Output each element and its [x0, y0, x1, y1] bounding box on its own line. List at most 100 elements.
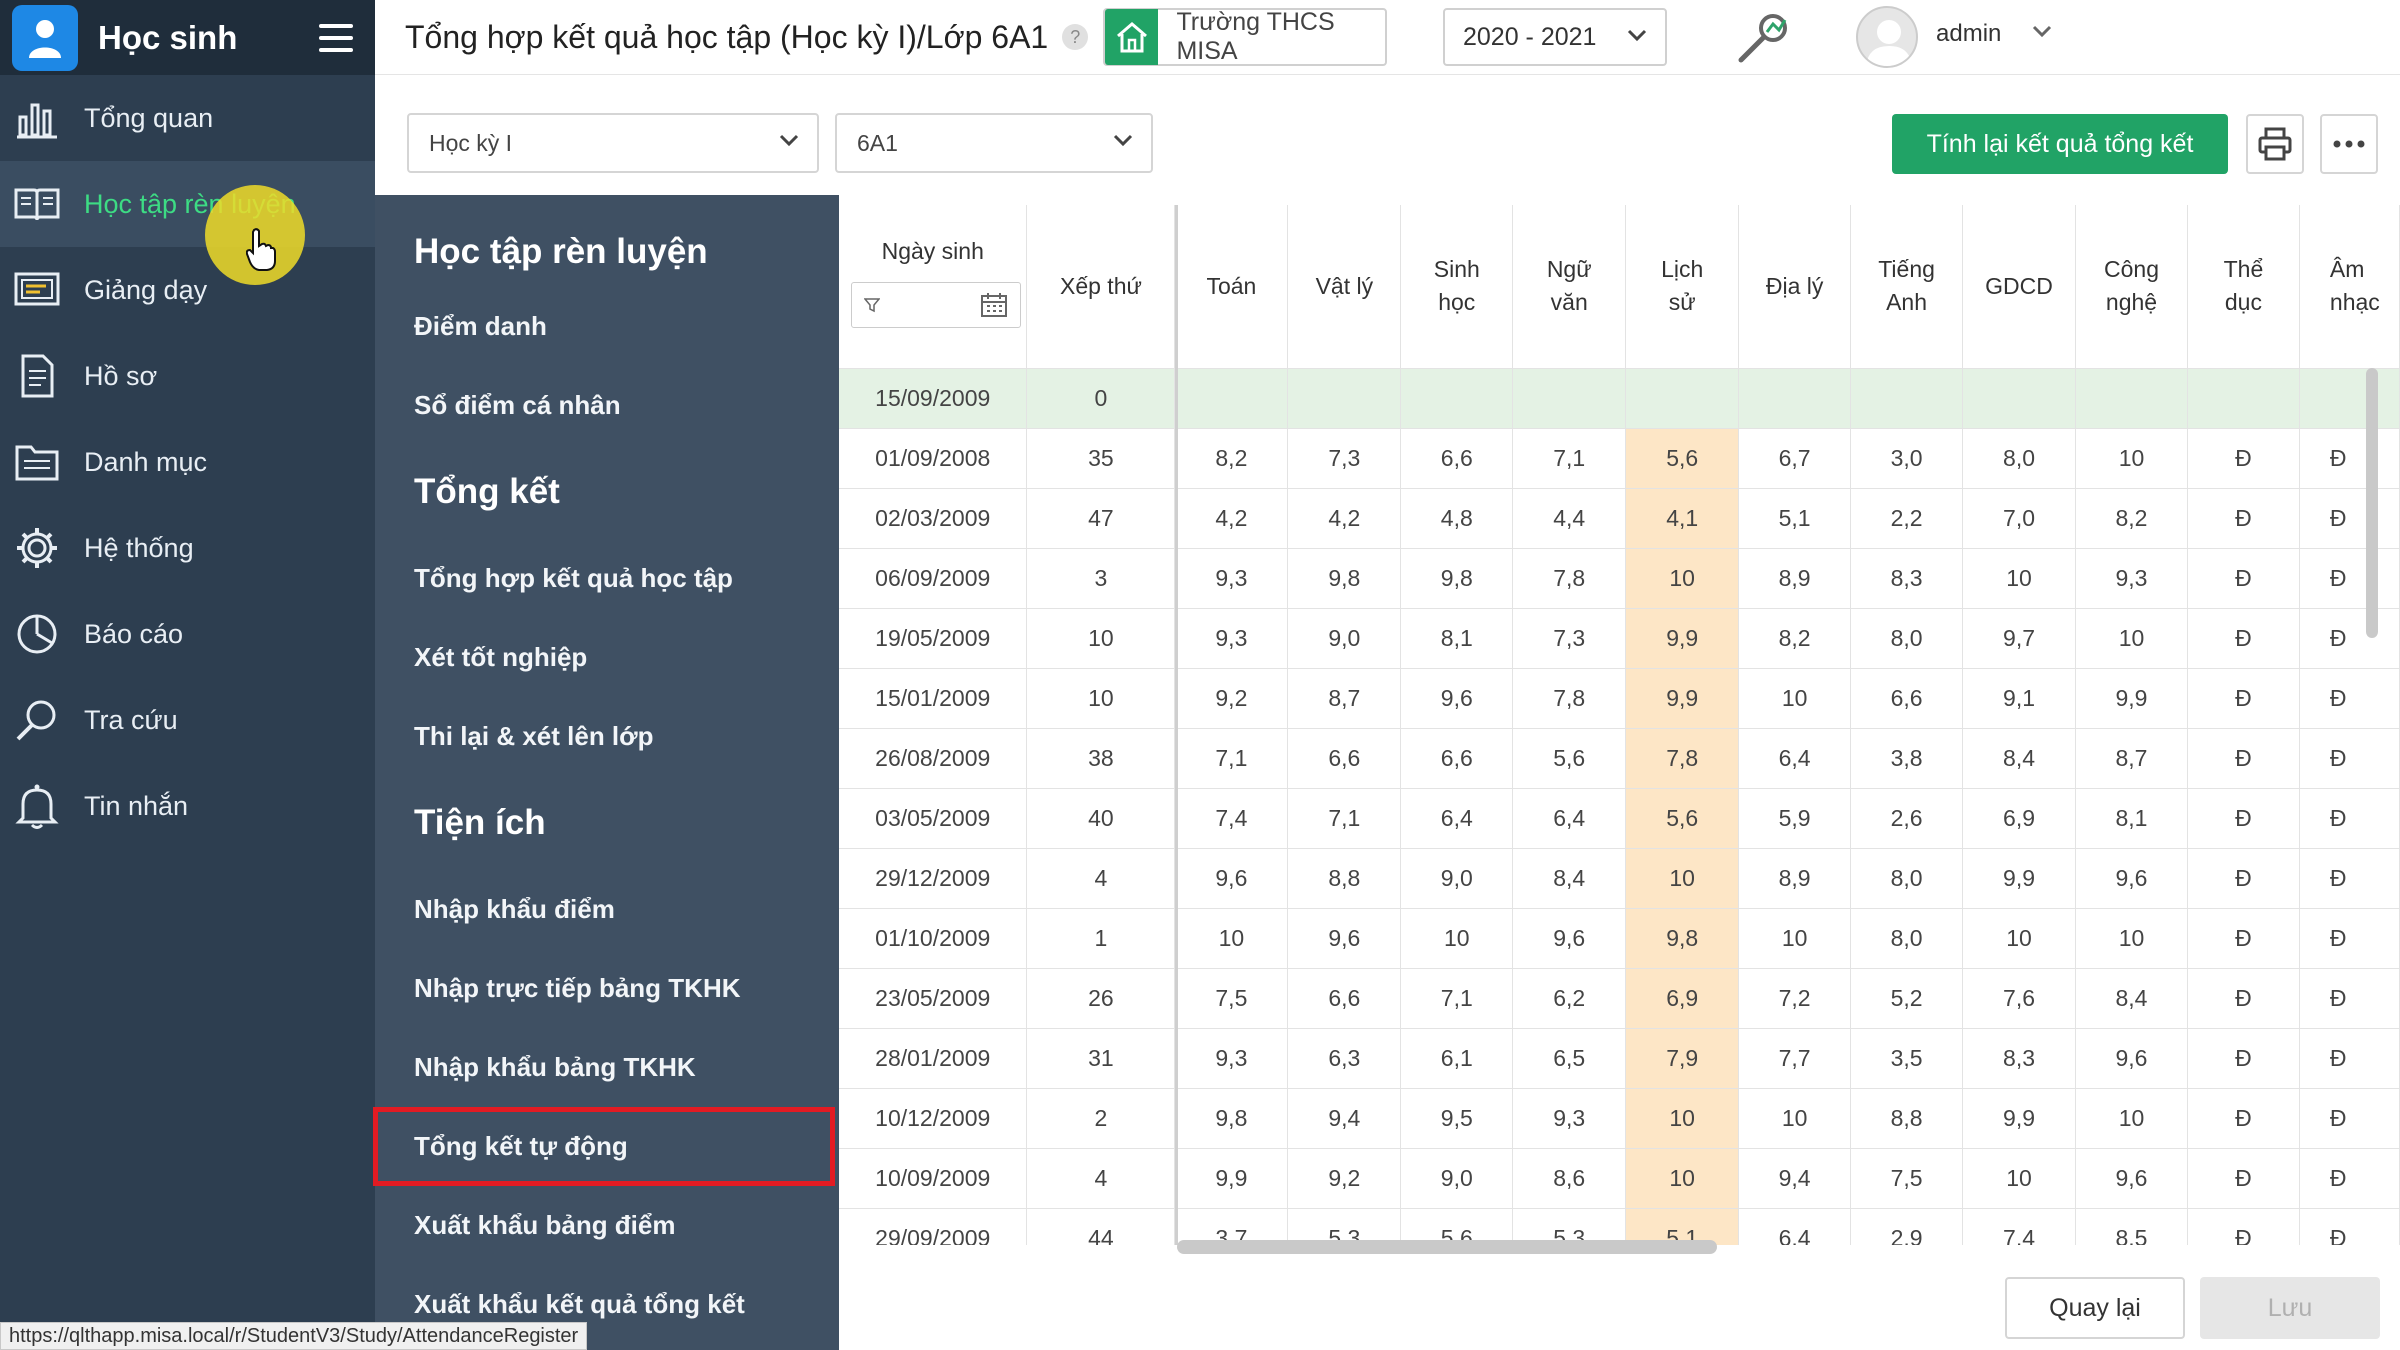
- table-row[interactable]: 23/05/2009 26 7,5 6,6 7,1 6,2 6,9 7,2 5,2 7,6 8,4 Đ…: [839, 968, 2400, 1029]
- table-cell[interactable]: 10: [1174, 908, 1289, 969]
- table-cell[interactable]: 7,3: [1287, 428, 1402, 489]
- submenu-item-diem-danh[interactable]: Điểm danh: [375, 287, 839, 366]
- table-cell[interactable]: 9,6: [1512, 908, 1627, 969]
- table-cell[interactable]: 8,4: [1512, 848, 1627, 909]
- table-cell[interactable]: 8,3: [1962, 1028, 2077, 1089]
- table-cell[interactable]: 5,2: [1850, 968, 1964, 1029]
- table-cell[interactable]: Đ: [2187, 488, 2300, 549]
- table-cell[interactable]: 10: [1962, 1148, 2077, 1209]
- table-cell[interactable]: 7,8: [1625, 728, 1740, 789]
- table-cell[interactable]: Đ: [2299, 908, 2400, 969]
- table-cell[interactable]: 9,9: [1174, 1148, 1289, 1209]
- table-cell[interactable]: 9,3: [1174, 608, 1289, 669]
- table-cell[interactable]: Đ: [2299, 1088, 2400, 1149]
- table-cell[interactable]: 4,4: [1512, 488, 1627, 549]
- table-cell[interactable]: 6,9: [1962, 788, 2077, 849]
- table-cell[interactable]: 8,4: [1962, 728, 2077, 789]
- table-cell[interactable]: 7,1: [1287, 788, 1402, 849]
- table-cell[interactable]: 6,6: [1287, 728, 1402, 789]
- table-cell[interactable]: 9,6: [1400, 668, 1514, 729]
- column-header-am-nhac[interactable]: Âm nhạc: [2299, 205, 2400, 369]
- column-header-xep-thu[interactable]: Xếp thứ: [1026, 205, 1176, 369]
- table-row[interactable]: 28/01/2009 31 9,3 6,3 6,1 6,5 7,9 7,7 3,5 8,3 9,6 Đ…: [839, 1028, 2400, 1089]
- table-cell[interactable]: 9,0: [1400, 848, 1514, 909]
- column-header-tieng-anh[interactable]: Tiếng Anh: [1850, 205, 1964, 369]
- table-cell[interactable]: 7,1: [1512, 428, 1627, 489]
- submenu-item-nhap-truc-tiep[interactable]: Nhập trực tiếp bảng TKHK: [375, 949, 839, 1028]
- recalculate-button[interactable]: Tính lại kết quả tổng kết: [1892, 114, 2228, 174]
- table-cell[interactable]: Đ: [2187, 848, 2300, 909]
- table-cell[interactable]: Đ: [2187, 968, 2300, 1029]
- table-row[interactable]: 03/05/2009 40 7,4 7,1 6,4 6,4 5,6 5,9 2,6 6,9 8,1 Đ…: [839, 788, 2400, 849]
- table-cell[interactable]: Đ: [2187, 788, 2300, 849]
- table-cell[interactable]: 9,6: [1174, 848, 1289, 909]
- table-row[interactable]: 19/05/2009 10 9,3 9,0 8,1 7,3 9,9 8,2 8,0 9,7 10 Đ Đ: [839, 608, 2400, 669]
- table-cell[interactable]: Đ: [2187, 548, 2300, 609]
- table-cell[interactable]: 9,0: [1287, 608, 1402, 669]
- table-cell[interactable]: 35: [1026, 428, 1176, 489]
- table-cell[interactable]: 9,2: [1174, 668, 1289, 729]
- sidebar-item-giang-day[interactable]: Giảng dạy: [0, 247, 375, 333]
- table-cell[interactable]: 9,1: [1962, 668, 2077, 729]
- table-cell[interactable]: 9,3: [1174, 548, 1289, 609]
- table-cell[interactable]: 9,2: [1287, 1148, 1402, 1209]
- column-header-toan[interactable]: Toán: [1174, 205, 1289, 369]
- submenu-item-so-diem[interactable]: Sổ điểm cá nhân: [375, 366, 839, 445]
- table-cell[interactable]: 8,7: [1287, 668, 1402, 729]
- table-cell[interactable]: 6,5: [1512, 1028, 1627, 1089]
- table-cell[interactable]: 7,4: [1962, 1208, 2077, 1245]
- table-cell[interactable]: Đ: [2299, 608, 2400, 669]
- table-cell[interactable]: 8,0: [1850, 608, 1964, 669]
- table-cell[interactable]: 10: [1625, 1088, 1740, 1149]
- table-cell[interactable]: 2,2: [1850, 488, 1964, 549]
- table-cell[interactable]: 9,6: [2075, 848, 2188, 909]
- column-header-gdcd[interactable]: GDCD: [1962, 205, 2077, 369]
- table-cell[interactable]: 4,1: [1625, 488, 1740, 549]
- table-cell[interactable]: Đ: [2299, 968, 2400, 1029]
- table-cell[interactable]: 10: [1962, 548, 2077, 609]
- user-name[interactable]: admin: [1936, 20, 2001, 48]
- table-cell[interactable]: 9,8: [1625, 908, 1740, 969]
- table-cell[interactable]: 7,1: [1174, 728, 1289, 789]
- submenu-item-thi-lai[interactable]: Thi lại & xét lên lớp: [375, 697, 839, 776]
- table-cell[interactable]: 26: [1026, 968, 1176, 1029]
- sidebar-item-hoc-tap[interactable]: Học tập rèn luyện: [0, 161, 375, 247]
- table-cell[interactable]: Đ: [2299, 1148, 2400, 1209]
- column-header-dia-ly[interactable]: Địa lý: [1738, 205, 1852, 369]
- table-cell[interactable]: 8,8: [1850, 1088, 1964, 1149]
- table-cell[interactable]: 03/05/2009: [839, 788, 1028, 849]
- table-row[interactable]: 10/09/2009 4 9,9 9,2 9,0 8,6 10 9,4 7,5 10 9,6 Đ Đ: [839, 1148, 2400, 1209]
- table-cell[interactable]: 9,3: [2075, 548, 2188, 609]
- column-header-ngay-sinh[interactable]: Ngày sinh: [839, 205, 1028, 369]
- back-button[interactable]: Quay lại: [2005, 1277, 2185, 1339]
- sidebar-item-tong-quan[interactable]: Tổng quan: [0, 75, 375, 161]
- column-header-cong-nghe[interactable]: Công nghệ: [2075, 205, 2188, 369]
- submenu-item-nhap-khau-bang[interactable]: Nhập khẩu bảng TKHK: [375, 1028, 839, 1107]
- table-cell[interactable]: 6,2: [1512, 968, 1627, 1029]
- table-cell[interactable]: 5,6: [1512, 728, 1627, 789]
- table-row[interactable]: 10/12/2009 2 9,8 9,4 9,5 9,3 10 10 8,8 9,9 10 Đ Đ: [839, 1088, 2400, 1149]
- submenu-item-nhap-khau-diem[interactable]: Nhập khẩu điểm: [375, 870, 839, 949]
- table-cell[interactable]: 40: [1026, 788, 1176, 849]
- table-cell[interactable]: 9,5: [1400, 1088, 1514, 1149]
- table-cell[interactable]: 10: [2075, 428, 2188, 489]
- sidebar-item-he-thong[interactable]: Hệ thống: [0, 505, 375, 591]
- table-cell[interactable]: 9,8: [1287, 548, 1402, 609]
- table-cell[interactable]: 9,6: [2075, 1028, 2188, 1089]
- vertical-scrollbar[interactable]: [2366, 368, 2378, 638]
- table-cell[interactable]: 38: [1026, 728, 1176, 789]
- table-cell[interactable]: [2075, 368, 2188, 429]
- table-cell[interactable]: 3,0: [1850, 428, 1964, 489]
- table-cell[interactable]: 9,0: [1400, 1148, 1514, 1209]
- table-row[interactable]: 15/09/2009 0: [839, 368, 2400, 429]
- table-cell[interactable]: 31: [1026, 1028, 1176, 1089]
- table-cell[interactable]: [1512, 368, 1627, 429]
- help-icon[interactable]: ?: [1062, 24, 1089, 50]
- table-cell[interactable]: 6,4: [1738, 1208, 1852, 1245]
- table-cell[interactable]: Đ: [2187, 1148, 2300, 1209]
- table-cell[interactable]: Đ: [2299, 1028, 2400, 1089]
- table-cell[interactable]: 9,3: [1174, 1028, 1289, 1089]
- submenu-item-xet-tot-nghiep[interactable]: Xét tốt nghiệp: [375, 618, 839, 697]
- table-cell[interactable]: 10: [2075, 1088, 2188, 1149]
- table-cell[interactable]: 7,0: [1962, 488, 2077, 549]
